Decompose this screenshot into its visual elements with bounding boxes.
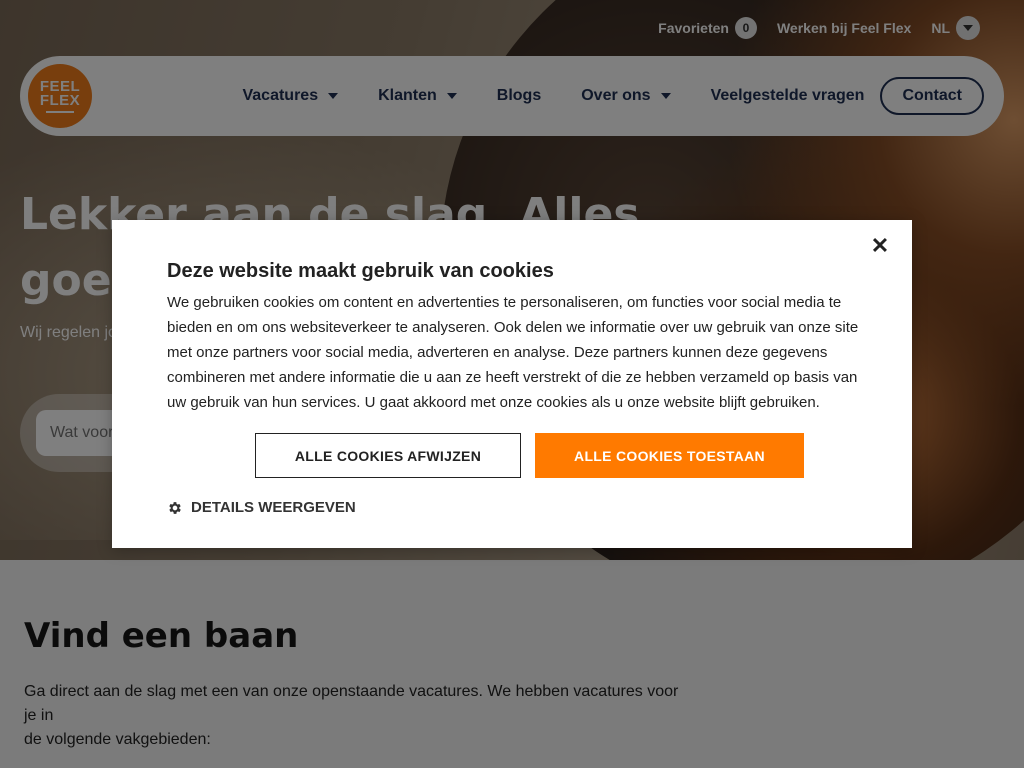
reject-all-cookies-button[interactable]: ALLE COOKIES AFWIJZEN (255, 433, 521, 478)
show-details-label: DETAILS WEERGEVEN (191, 499, 356, 516)
cookie-consent-dialog: ✕ Deze website maakt gebruik van cookies… (112, 220, 912, 548)
gear-icon (169, 501, 181, 514)
close-icon[interactable]: ✕ (870, 235, 890, 257)
accept-all-cookies-button[interactable]: ALLE COOKIES TOESTAAN (535, 433, 804, 478)
cookie-dialog-text: We gebruiken cookies om content en adver… (167, 294, 859, 411)
cookie-dialog-title: Deze website maakt gebruik van cookies (167, 260, 554, 282)
show-details-button[interactable]: DETAILS WEERGEVEN (167, 499, 356, 516)
